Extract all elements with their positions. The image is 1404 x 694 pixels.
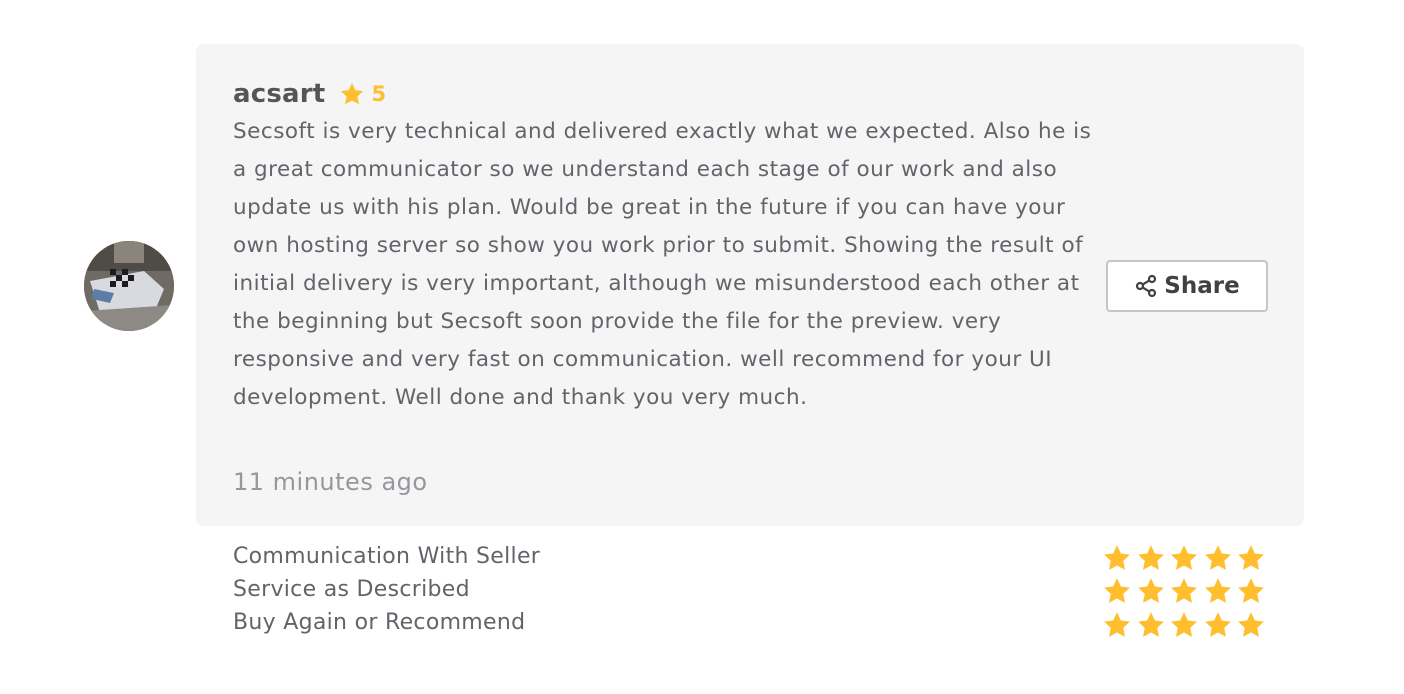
star-icon <box>1104 545 1130 570</box>
star-icon <box>1137 545 1164 570</box>
criterion-service-label: Service as Described <box>233 577 470 602</box>
star-icon <box>1137 578 1164 604</box>
review-text: Secsoft is very technical and delivered … <box>233 119 1092 410</box>
star-icon <box>1171 578 1198 604</box>
star-icon <box>1137 612 1164 637</box>
star-icon <box>1204 612 1231 637</box>
rating-breakdown: Communication With Seller Service as Des… <box>233 540 540 639</box>
share-button[interactable]: Share <box>1106 260 1268 312</box>
criterion-recommend-stars <box>1102 608 1270 642</box>
star-icon <box>1171 545 1198 570</box>
star-icon <box>339 81 365 107</box>
reviewer-username[interactable]: acsart <box>233 79 325 109</box>
review-header: acsart 5 <box>233 76 386 112</box>
star-icon <box>1238 545 1265 570</box>
star-icon <box>1104 612 1130 637</box>
star-icon <box>1171 612 1198 637</box>
star-icon <box>1238 612 1265 637</box>
star-icon <box>1204 578 1231 604</box>
criterion-service-stars <box>1102 575 1270 609</box>
review-card: acsart 5 Secsoft is very technical and d… <box>196 44 1304 526</box>
criterion-recommend-label: Buy Again or Recommend <box>233 610 526 635</box>
share-icon <box>1134 274 1158 298</box>
star-icon <box>1238 578 1265 604</box>
share-label: Share <box>1164 273 1240 299</box>
review-timestamp: 11 minutes ago <box>233 468 428 496</box>
criterion-communication-stars <box>1102 541 1270 575</box>
criteria-stars <box>1102 541 1270 642</box>
criterion-communication-label: Communication With Seller <box>233 544 541 569</box>
star-icon <box>1204 545 1231 570</box>
rating-value: 5 <box>371 82 387 106</box>
avatar[interactable] <box>84 241 174 331</box>
star-icon <box>1104 578 1130 604</box>
